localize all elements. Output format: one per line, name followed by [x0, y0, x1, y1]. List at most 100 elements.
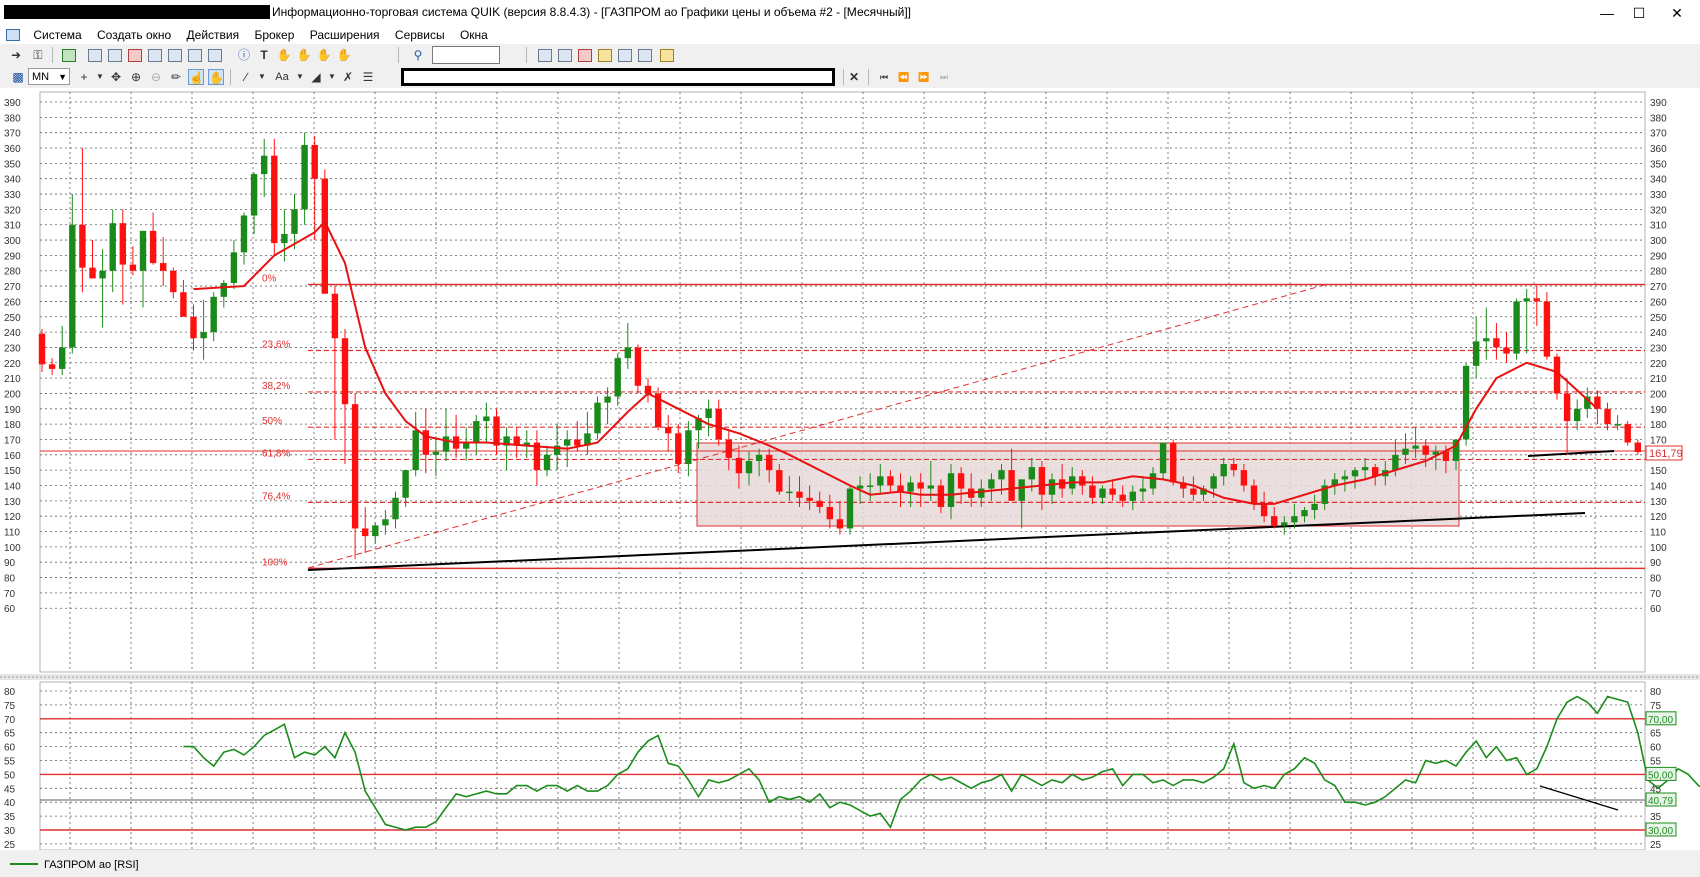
candle-body [1109, 488, 1116, 495]
zoom-out-icon[interactable]: ⊖ [148, 69, 164, 85]
price-tick-label: 130 [4, 497, 21, 508]
candle-body [715, 408, 722, 440]
next-icon[interactable]: ⏩ [916, 69, 932, 85]
chart-canvas[interactable]: 390 380 370 360 350 340 330 320 310 300 290 280 270 2… [0, 88, 1700, 874]
menu-extensions[interactable]: Расширения [304, 26, 386, 44]
price-tick-label: 270 [1650, 282, 1667, 293]
candle-body [1170, 442, 1177, 483]
rsi-tick-label: 40 [4, 798, 16, 809]
interval-select[interactable]: MN ▼ [28, 68, 70, 85]
line-tool-icon[interactable]: ∕ [238, 69, 254, 85]
notes-icon[interactable] [660, 49, 674, 62]
quotes-table-icon[interactable] [88, 49, 102, 62]
fill-dropdown-icon[interactable]: ▼ [324, 69, 340, 85]
candle-body [725, 439, 732, 458]
instrument-input[interactable] [401, 68, 835, 86]
price-tick-label: 120 [4, 512, 21, 523]
stop-orders-icon[interactable] [578, 49, 592, 62]
orders-table-icon[interactable] [108, 49, 122, 62]
text-dropdown-icon[interactable]: ▼ [292, 69, 308, 85]
chart-window-icon[interactable] [538, 49, 552, 62]
menu-system[interactable]: Система [27, 26, 87, 44]
search-icon[interactable]: ⚲ [410, 47, 426, 63]
candle-body [271, 155, 278, 244]
line-dropdown-icon[interactable]: ▼ [254, 69, 270, 85]
candle-body [1311, 503, 1318, 511]
first-icon[interactable]: ⏮ [876, 69, 892, 85]
portfolio-icon[interactable] [598, 49, 612, 62]
prev-icon[interactable]: ⏪ [896, 69, 912, 85]
rsi-tick-label: 45 [4, 784, 16, 795]
candle-body [1230, 464, 1237, 471]
hand-icon[interactable]: ✋ [276, 47, 292, 63]
price-tick-label: 360 [1650, 144, 1667, 155]
candle-body [119, 223, 126, 265]
candle-body [1351, 470, 1359, 477]
new-window-icon[interactable] [62, 49, 76, 62]
crosshair-dropdown-icon[interactable]: ▼ [92, 69, 108, 85]
rsi-tick-label: 60 [1650, 743, 1662, 754]
fib-level-label: 0% [262, 274, 277, 285]
info-icon[interactable]: ⓘ [236, 47, 252, 63]
cancel-x-icon[interactable]: ✕ [846, 69, 862, 85]
candle-body [1402, 448, 1409, 455]
candle-body [1624, 424, 1631, 443]
candle-body [826, 506, 833, 520]
rsi-marker-label: 50,00 [1648, 770, 1673, 781]
chart-window: 390 380 370 360 350 340 330 320 310 300 290 280 270 2… [0, 88, 1700, 874]
rsi-tick-label: 75 [1650, 701, 1662, 712]
fill-icon[interactable]: ◢ [308, 69, 324, 85]
main-toolbar: ➜ ⚿ ⓘ T ✋ ✋ ✋ ✋ ⚲ [0, 44, 1700, 67]
candle-body [1493, 338, 1500, 348]
grab-hand-icon[interactable]: ✋ [208, 69, 224, 85]
target-icon[interactable]: ⊕ [128, 69, 144, 85]
menu-create-window[interactable]: Создать окно [91, 26, 177, 44]
search-input[interactable] [432, 46, 500, 64]
mail-icon[interactable] [638, 49, 652, 62]
hand2-icon[interactable]: ✋ [296, 47, 312, 63]
price-tick-label: 190 [1650, 405, 1667, 416]
pointer-hand-icon[interactable]: ☝ [188, 69, 204, 85]
menu-actions[interactable]: Действия [181, 26, 246, 44]
messages-icon[interactable] [618, 49, 632, 62]
deals-table-icon[interactable] [148, 49, 162, 62]
price-tick-label: 250 [1650, 313, 1667, 324]
layers-icon[interactable]: ☰ [360, 69, 376, 85]
candle-body [372, 525, 379, 537]
hand3-icon[interactable]: ✋ [316, 47, 332, 63]
price-tick-label: 230 [1650, 343, 1667, 354]
crosshair-icon[interactable]: + [76, 69, 92, 85]
candle-body [261, 155, 268, 175]
move-icon[interactable]: ✥ [108, 69, 124, 85]
candle-body [59, 347, 66, 369]
alerts-icon[interactable] [558, 49, 572, 62]
search-table-icon[interactable] [168, 49, 182, 62]
price-tick-label: 390 [4, 98, 21, 109]
menu-windows[interactable]: Окна [454, 26, 494, 44]
candle-body [139, 230, 147, 271]
rsi-legend-label: ГАЗПРОМ ао [RSI] [44, 859, 139, 871]
price-tick-label: 280 [1650, 267, 1667, 278]
delete-drawings-icon[interactable]: ✗ [340, 69, 356, 85]
ruler-icon[interactable]: ✏ [168, 69, 184, 85]
menu-services[interactable]: Сервисы [389, 26, 451, 44]
menu-broker[interactable]: Брокер [248, 26, 300, 44]
candle-body [634, 347, 642, 386]
app-icon[interactable] [6, 29, 20, 41]
hand4-icon[interactable]: ✋ [336, 47, 352, 63]
positions-table-icon[interactable] [188, 49, 202, 62]
close-icon[interactable]: ✕ [1654, 0, 1700, 26]
limits-table-icon[interactable] [208, 49, 222, 62]
price-tick-label: 320 [4, 205, 21, 216]
candle-body [341, 338, 349, 405]
text-icon[interactable]: T [256, 47, 272, 63]
chart-type-icon[interactable]: ▩ [10, 69, 26, 85]
connect-icon[interactable]: ➜ [8, 47, 24, 63]
key-icon[interactable]: ⚿ [30, 47, 46, 63]
candle-body [564, 439, 571, 446]
rsi-marker-label: 70,00 [1648, 715, 1673, 726]
text-tool-icon[interactable]: Aa [272, 69, 292, 85]
trades-table-icon[interactable] [128, 49, 142, 62]
last-icon[interactable]: ⏭ [936, 69, 952, 85]
candle-body [483, 416, 490, 422]
